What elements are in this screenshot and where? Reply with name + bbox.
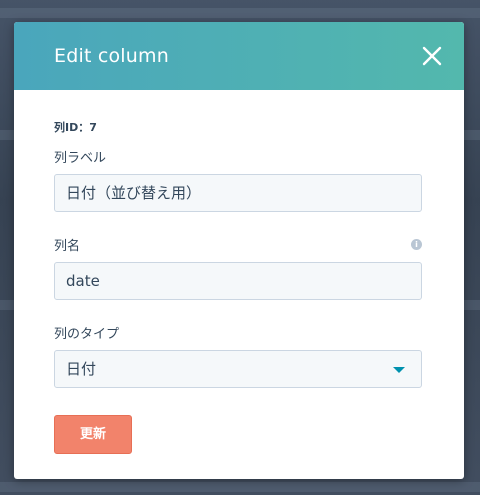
edit-column-dialog: Edit column 列ID：7 列ラベル 日付（並び替え用） 列名 i da… xyxy=(14,22,464,479)
column-name-input[interactable]: date xyxy=(54,262,422,300)
info-icon[interactable]: i xyxy=(411,239,422,250)
column-label-field-label: 列ラベル xyxy=(54,151,107,166)
column-type-selected-value: 日付 xyxy=(66,360,97,378)
close-button[interactable] xyxy=(420,44,444,68)
update-button[interactable]: 更新 xyxy=(54,415,132,454)
column-type-select[interactable]: 日付 xyxy=(54,350,422,388)
caret-down-icon xyxy=(393,367,405,373)
close-icon xyxy=(422,46,442,66)
column-type-field-label: 列のタイプ xyxy=(54,327,120,342)
dialog-title: Edit column xyxy=(54,45,169,67)
column-id-text: 列ID：7 xyxy=(54,121,97,134)
dialog-header: Edit column xyxy=(14,22,464,90)
column-name-field-label: 列名 xyxy=(54,239,81,254)
column-label-input[interactable]: 日付（並び替え用） xyxy=(54,174,422,212)
